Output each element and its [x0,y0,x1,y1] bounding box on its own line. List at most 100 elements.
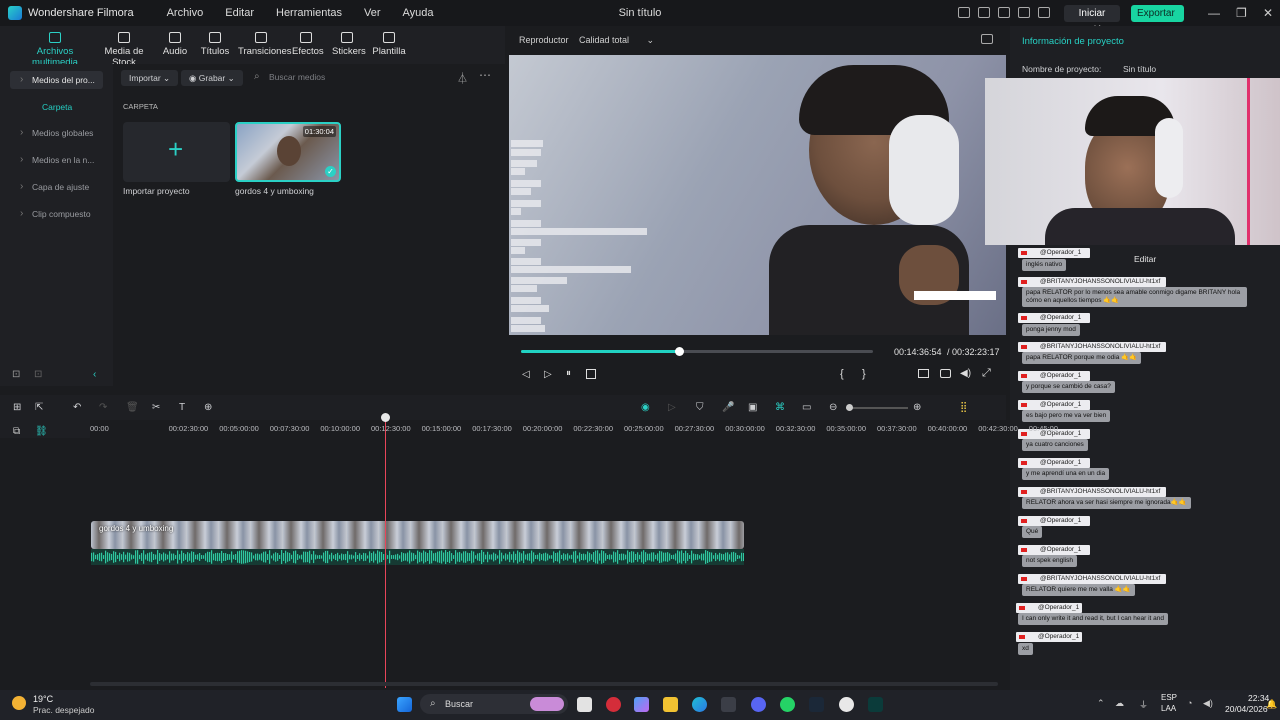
chevron-up-icon[interactable]: ⌃ [1097,698,1105,709]
pip-icon[interactable]: ▭ [802,402,811,413]
zoom-out-icon[interactable]: ⊖ [829,402,837,413]
chrome-icon[interactable] [839,697,854,712]
fullscreen-icon[interactable]: ⤢ [982,367,991,380]
cloud-icon[interactable] [998,7,1010,18]
sidebar-item-compound-clip[interactable]: Clip compuesto [10,205,103,223]
opera-icon[interactable] [606,697,621,712]
zoom-slider[interactable] [846,407,908,409]
export-button[interactable]: Exportar ⌄ [1131,5,1184,36]
video-clip[interactable]: gordos 4 y umboxing [91,521,744,549]
mic-icon[interactable]: ⏚ [1139,698,1148,711]
folder-icon[interactable]: ⊡ [34,369,42,380]
task-view-icon[interactable] [577,697,592,712]
timeline-ruler[interactable]: 00:00 00:02:30:00 00:05:00:00 00:07:30:00 00… [90,424,1058,436]
menu-ver[interactable]: Ver [353,7,392,19]
apps-icon[interactable] [1038,7,1050,18]
search-input[interactable]: Buscar medios [269,72,325,82]
mark-out-icon[interactable]: } [862,368,866,380]
grid-icon[interactable]: ⊞ [13,402,21,413]
tab-plantilla[interactable]: Plantilla [372,32,406,57]
add-track-icon[interactable]: ⧉ [13,426,20,437]
zoom-slider-handle[interactable] [846,404,853,411]
close-icon[interactable]: ✕ [1263,6,1273,20]
playback-scrubber[interactable] [521,347,873,356]
login-button[interactable]: Iniciar Sesión [1064,5,1120,36]
lang-top[interactable]: ESP [1161,693,1177,702]
play-range-icon[interactable]: ▷ [668,402,676,413]
audio-waveform[interactable] [91,549,744,565]
timeline-scrollbar[interactable] [90,682,998,686]
text-tool-icon[interactable]: T [179,402,185,413]
layout-grid-icon[interactable]: ⣿ [960,402,967,413]
layout-icon[interactable] [958,7,970,18]
wifi-icon[interactable]: ◔ [1187,698,1192,708]
redo-icon[interactable]: ↷ [99,402,107,413]
sidebar-item-cloud-media[interactable]: Medios en la n... [10,151,103,169]
undo-icon[interactable]: ↶ [73,402,81,413]
camera-icon[interactable] [940,369,951,378]
tab-media-de-stock[interactable]: Media de Stock [96,32,152,68]
edit-button[interactable]: Editar [1134,254,1156,264]
render-icon[interactable]: ◉ [641,402,650,413]
quality-dropdown[interactable]: Calidad total ⌄ [579,35,654,46]
edge-icon[interactable] [692,697,707,712]
menu-herramientas[interactable]: Herramientas [265,7,353,19]
sidebar-item-project-media[interactable]: Medios del pro... [10,71,103,89]
discord-icon[interactable] [751,697,766,712]
network-icon[interactable]: ☁ [1115,698,1124,709]
filter-icon[interactable]: ⏃ [457,70,468,86]
project-info-tab[interactable]: Información de proyecto [1022,36,1124,47]
windows-start-icon[interactable] [397,697,412,712]
steam-icon[interactable] [809,697,824,712]
collapse-icon[interactable]: ‹ [93,369,96,380]
player-tab[interactable]: Reproductor [519,35,569,45]
marker-icon[interactable]: ⛉ [696,402,704,413]
sidebar-item-global-media[interactable]: Medios globales [10,124,103,142]
notification-icon[interactable]: 🔔 [1266,699,1277,710]
menu-archivo[interactable]: Archivo [156,7,215,19]
tab-transiciones[interactable]: Transiciones [238,32,292,57]
playhead[interactable] [385,420,386,688]
import-button[interactable]: Importar ⌄ [121,70,179,86]
new-folder-icon[interactable]: ⊡ [12,369,20,380]
support-icon[interactable] [1018,7,1030,18]
minimize-icon[interactable]: — [1208,6,1220,20]
pause-icon[interactable]: ⏸ [566,368,571,379]
sidebar-item-adjustment-layer[interactable]: Capa de ajuste [10,178,103,196]
media-clip-thumbnail[interactable]: 01:30:04 ✓ [235,122,341,182]
store-icon[interactable] [721,697,736,712]
crop-icon[interactable]: ⊕ [204,402,212,413]
tab-titulos[interactable]: Títulos [200,32,230,57]
volume-icon[interactable]: ◀) [960,368,971,379]
play-icon[interactable]: ▷ [544,369,552,380]
tab-stickers[interactable]: Stickers [332,32,366,57]
mark-in-icon[interactable]: { [840,368,844,380]
microphone-icon[interactable]: 🎤 [722,402,734,413]
save-icon[interactable] [978,7,990,18]
tab-efectos[interactable]: Efectos [292,32,324,57]
delete-icon[interactable]: 🗑 [126,402,139,413]
stop-icon[interactable] [586,369,596,379]
display-icon[interactable] [918,369,929,378]
tab-audio[interactable]: Audio [160,32,190,57]
volume-icon[interactable]: ◀) [1203,698,1213,709]
snap-icon[interactable]: ⌘ [775,402,785,413]
sidebar-item-folder[interactable]: Carpeta [42,102,72,112]
select-tool-icon[interactable]: ⇱ [35,402,43,413]
tab-archivos-multimedia[interactable]: Archivos multimedia [18,32,92,76]
copilot-icon[interactable] [634,697,649,712]
import-project-card[interactable]: + [123,122,230,182]
menu-editar[interactable]: Editar [214,7,265,19]
filmora-taskbar-icon[interactable] [868,697,883,712]
cut-icon[interactable]: ✂ [152,402,160,413]
playhead-handle[interactable] [381,413,390,422]
lang-bottom[interactable]: LAA [1161,704,1176,713]
menu-ayuda[interactable]: Ayuda [392,7,445,19]
record-button[interactable]: ◉ Grabar ⌄ [181,70,243,86]
snapshot-icon[interactable] [981,34,993,44]
link-icon[interactable]: ⛓ [35,426,48,437]
prev-frame-icon[interactable]: ◁ [522,369,530,380]
file-explorer-icon[interactable] [663,697,678,712]
zoom-in-icon[interactable]: ⊕ [913,402,921,413]
whatsapp-icon[interactable] [780,697,795,712]
